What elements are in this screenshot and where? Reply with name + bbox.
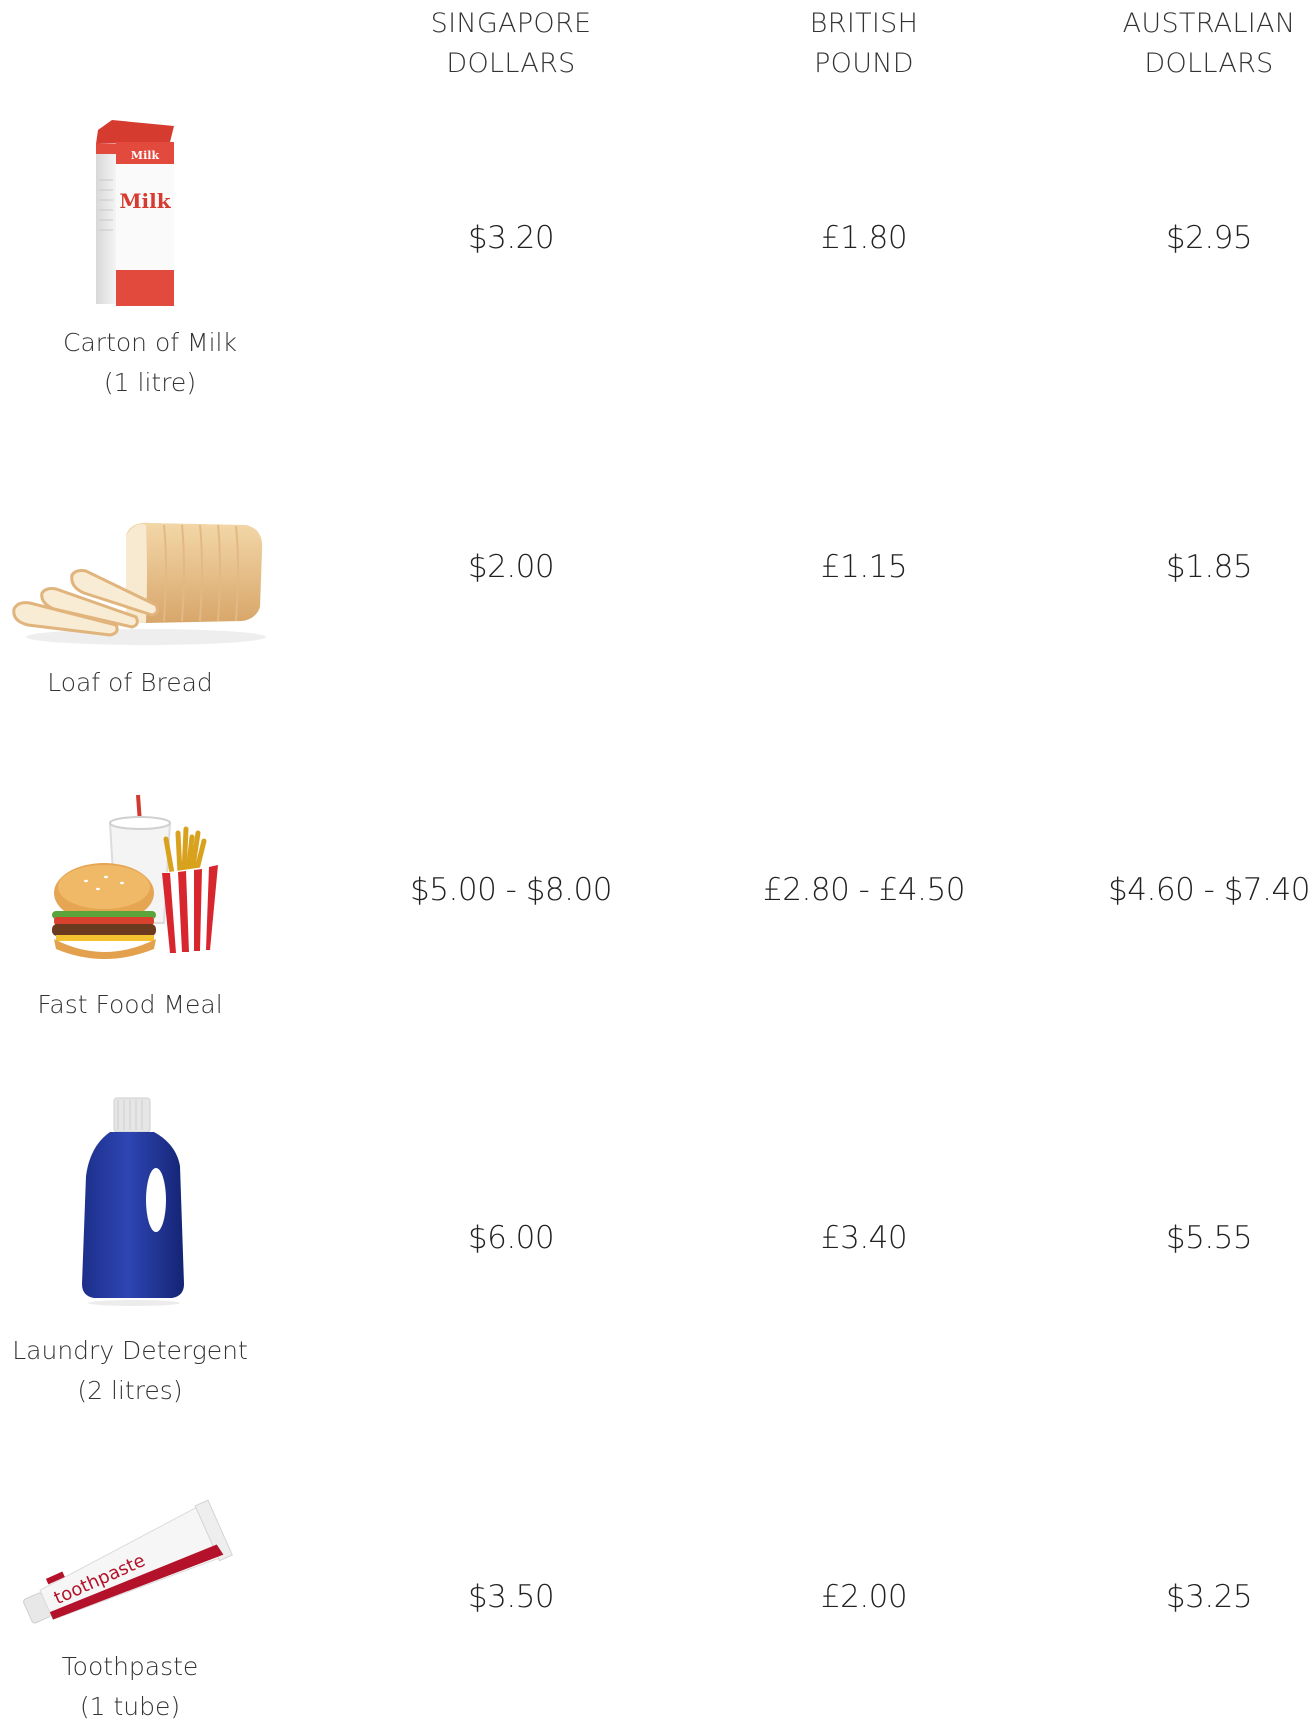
item-name: Carton of Milk xyxy=(63,328,237,357)
price-detergent-sgd: $6.00 xyxy=(467,1220,555,1256)
item-label-bread: Loaf of Bread xyxy=(0,663,280,703)
bread-loaf-icon xyxy=(12,522,266,645)
milk-carton-icon: Milk Milk xyxy=(96,120,174,306)
carton-small-text: Milk xyxy=(131,149,160,162)
item-name: Loaf of Bread xyxy=(47,668,213,697)
price-fastfood-sgd: $5.00 - $8.00 xyxy=(410,872,612,908)
item-label-detergent: Laundry Detergent (2 litres) xyxy=(0,1331,280,1411)
header-line: DOLLARS xyxy=(1144,48,1274,79)
item-quantity: (2 litres) xyxy=(77,1376,183,1405)
item-name: Fast Food Meal xyxy=(37,990,223,1019)
item-name: Toothpaste xyxy=(61,1652,199,1681)
price-milk-gbp: £1.80 xyxy=(820,220,908,256)
price-detergent-aud: $5.55 xyxy=(1165,1220,1253,1256)
fast-food-meal-icon xyxy=(52,794,218,959)
price-toothpaste-sgd: $3.50 xyxy=(467,1579,555,1615)
price-bread-aud: $1.85 xyxy=(1165,549,1253,585)
price-detergent-gbp: £3.40 xyxy=(820,1220,908,1256)
item-quantity: (1 litre) xyxy=(103,368,197,397)
detergent-bottle-icon xyxy=(82,1097,184,1306)
carton-text: Milk xyxy=(119,189,171,213)
header-australian-dollars: AUSTRALIAN DOLLARS xyxy=(1059,4,1309,84)
header-line: BRITISH xyxy=(809,8,919,39)
price-bread-sgd: $2.00 xyxy=(467,549,555,585)
item-label-fast-food: Fast Food Meal xyxy=(0,985,280,1025)
item-label-milk: Carton of Milk (1 litre) xyxy=(0,323,300,403)
toothpaste-tube-icon: toothpaste xyxy=(23,1499,233,1624)
price-milk-sgd: $3.20 xyxy=(467,220,555,256)
price-toothpaste-aud: $3.25 xyxy=(1165,1579,1253,1615)
header-line: DOLLARS xyxy=(446,48,576,79)
item-name: Laundry Detergent xyxy=(12,1336,248,1365)
price-fastfood-gbp: £2.80 - £4.50 xyxy=(763,872,965,908)
header-british-pound: BRITISH POUND xyxy=(714,4,1014,84)
price-milk-aud: $2.95 xyxy=(1165,220,1253,256)
item-quantity: (1 tube) xyxy=(79,1692,181,1721)
price-toothpaste-gbp: £2.00 xyxy=(820,1579,908,1615)
header-line: SINGAPORE xyxy=(430,8,592,39)
item-label-toothpaste: Toothpaste (1 tube) xyxy=(0,1647,280,1727)
header-line: POUND xyxy=(814,48,914,79)
header-singapore-dollars: SINGAPORE DOLLARS xyxy=(361,4,661,84)
price-fastfood-aud: $4.60 - $7.40 xyxy=(1108,872,1309,908)
price-bread-gbp: £1.15 xyxy=(820,549,908,585)
header-line: AUSTRALIAN xyxy=(1122,8,1296,39)
